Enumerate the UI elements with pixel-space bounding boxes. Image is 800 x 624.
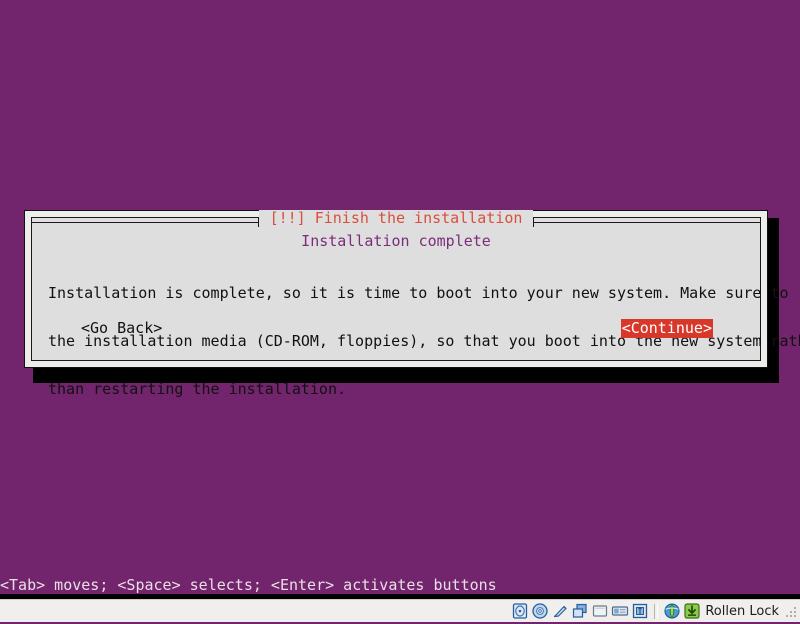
dialog-inner-frame: [!!] Finish the installation Installatio…	[31, 209, 800, 397]
tray-separator	[654, 603, 659, 619]
taskbar: Rollen Lock	[0, 599, 800, 622]
network-shares-icon[interactable]	[571, 602, 589, 620]
dialog-heading: Installation complete	[301, 232, 491, 250]
updates-download-icon[interactable]	[683, 602, 701, 620]
console-background: [!!] Finish the installation Installatio…	[0, 0, 800, 594]
continue-button[interactable]: <Continue>	[620, 319, 713, 338]
tray-devices-group	[510, 602, 650, 620]
removable-media-icon[interactable]	[611, 602, 629, 620]
keyboard-help-line: <Tab> moves; <Space> selects; <Enter> ac…	[0, 576, 800, 594]
screen: [!!] Finish the installation Installatio…	[0, 0, 800, 622]
usb-drive-icon[interactable]	[551, 602, 569, 620]
dialog-button-row: <Go Back> <Continue>	[32, 319, 760, 339]
go-back-button[interactable]: <Go Back>	[80, 319, 163, 338]
tray-status-label: Rollen Lock	[705, 603, 779, 619]
tray-status-group: Rollen Lock	[662, 602, 798, 620]
network-globe-icon[interactable]	[663, 602, 681, 620]
resize-grip[interactable]	[785, 605, 798, 618]
paragraph-line: than restarting the installation.	[48, 380, 347, 398]
finish-installation-dialog: [!!] Finish the installation Installatio…	[24, 209, 800, 397]
folder-icon[interactable]	[591, 602, 609, 620]
hard-disk-icon[interactable]	[511, 602, 529, 620]
dialog-paragraph: Installation is complete, so it is time …	[42, 253, 800, 429]
dialog-body: Installation complete Installation is co…	[32, 218, 800, 397]
cpu-chip-icon[interactable]	[631, 602, 649, 620]
optical-disc-icon[interactable]	[531, 602, 549, 620]
paragraph-line: Installation is complete, so it is time …	[48, 284, 800, 302]
